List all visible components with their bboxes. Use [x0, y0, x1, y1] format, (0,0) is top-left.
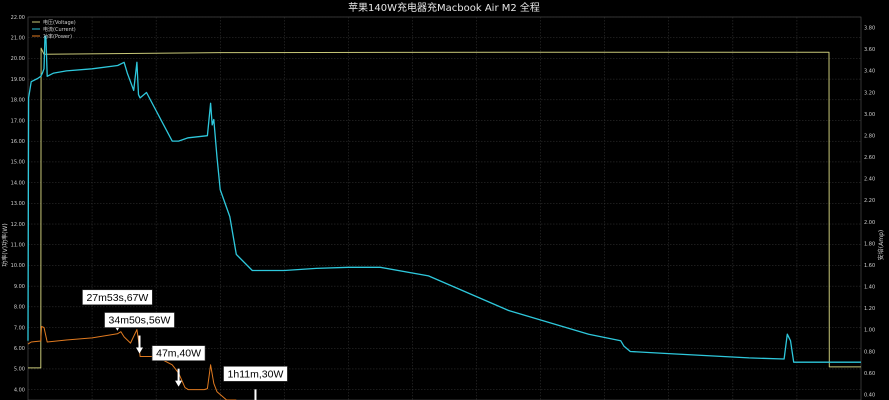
legend-label: 功率(Power) [43, 33, 72, 40]
left-tick-label: 8.00 [14, 305, 25, 311]
left-tick-label: 7.00 [14, 325, 25, 331]
left-tick-label: 18.00 [11, 98, 25, 104]
right-tick-label: 1.00 [864, 328, 875, 334]
right-tick-label: 3.40 [864, 69, 875, 75]
left-tick-label: 6.00 [14, 346, 25, 352]
legend-label: 电流(Current) [43, 26, 76, 33]
charging-chart: 苹果140W充电器充Macbook Air M2 全程 4.00 5.00 6.00… [0, 0, 889, 400]
right-tick-label: 2.60 [864, 155, 875, 161]
left-tick-label: 9.00 [14, 284, 25, 290]
left-tick-label: 14.00 [11, 180, 25, 186]
left-tick-label: 19.00 [11, 77, 25, 83]
right-tick-label: 2.00 [864, 220, 875, 226]
left-tick-label: 21.00 [11, 36, 25, 42]
annotation-label: 27m53s,67W [86, 292, 148, 304]
right-tick-label: 0.40 [864, 392, 875, 398]
left-tick-label: 5.00 [14, 367, 25, 373]
right-tick-label: 3.80 [864, 26, 875, 32]
right-tick-label: 0.60 [864, 371, 875, 377]
left-tick-label: 12.00 [11, 222, 25, 228]
right-tick-label: 0.80 [864, 349, 875, 355]
right-tick-label: 1.60 [864, 263, 875, 269]
right-tick-label: 3.00 [864, 112, 875, 118]
annotation-label: 1h11m,30W [228, 368, 284, 380]
left-tick-label: 10.00 [11, 263, 25, 269]
right-tick-label: 3.60 [864, 47, 875, 53]
left-axis-title: 功率(V)功率(W) [1, 223, 9, 266]
right-tick-label: 2.40 [864, 177, 875, 183]
right-tick-label: 3.20 [864, 90, 875, 96]
left-tick-label: 20.00 [11, 56, 25, 62]
annotation-label: 47m,40W [156, 348, 201, 360]
right-tick-label: 2.20 [864, 198, 875, 204]
legend-label: 电压(Voltage) [43, 19, 76, 26]
right-axis-title: 安培(Amp) [877, 230, 885, 260]
left-tick-label: 15.00 [11, 160, 25, 166]
left-tick-label: 4.00 [14, 387, 25, 393]
left-tick-label: 11.00 [11, 243, 25, 249]
right-tick-label: 1.40 [864, 285, 875, 291]
chart-title: 苹果140W充电器充Macbook Air M2 全程 [348, 1, 540, 14]
annotation-label: 34m50s,56W [109, 315, 171, 327]
right-tick-label: 1.20 [864, 306, 875, 312]
left-tick-label: 17.00 [11, 118, 25, 124]
right-tick-label: 1.80 [864, 241, 875, 247]
left-tick-label: 13.00 [11, 201, 25, 207]
left-tick-label: 22.00 [11, 15, 25, 21]
right-tick-label: 2.80 [864, 133, 875, 139]
left-tick-label: 16.00 [11, 139, 25, 145]
